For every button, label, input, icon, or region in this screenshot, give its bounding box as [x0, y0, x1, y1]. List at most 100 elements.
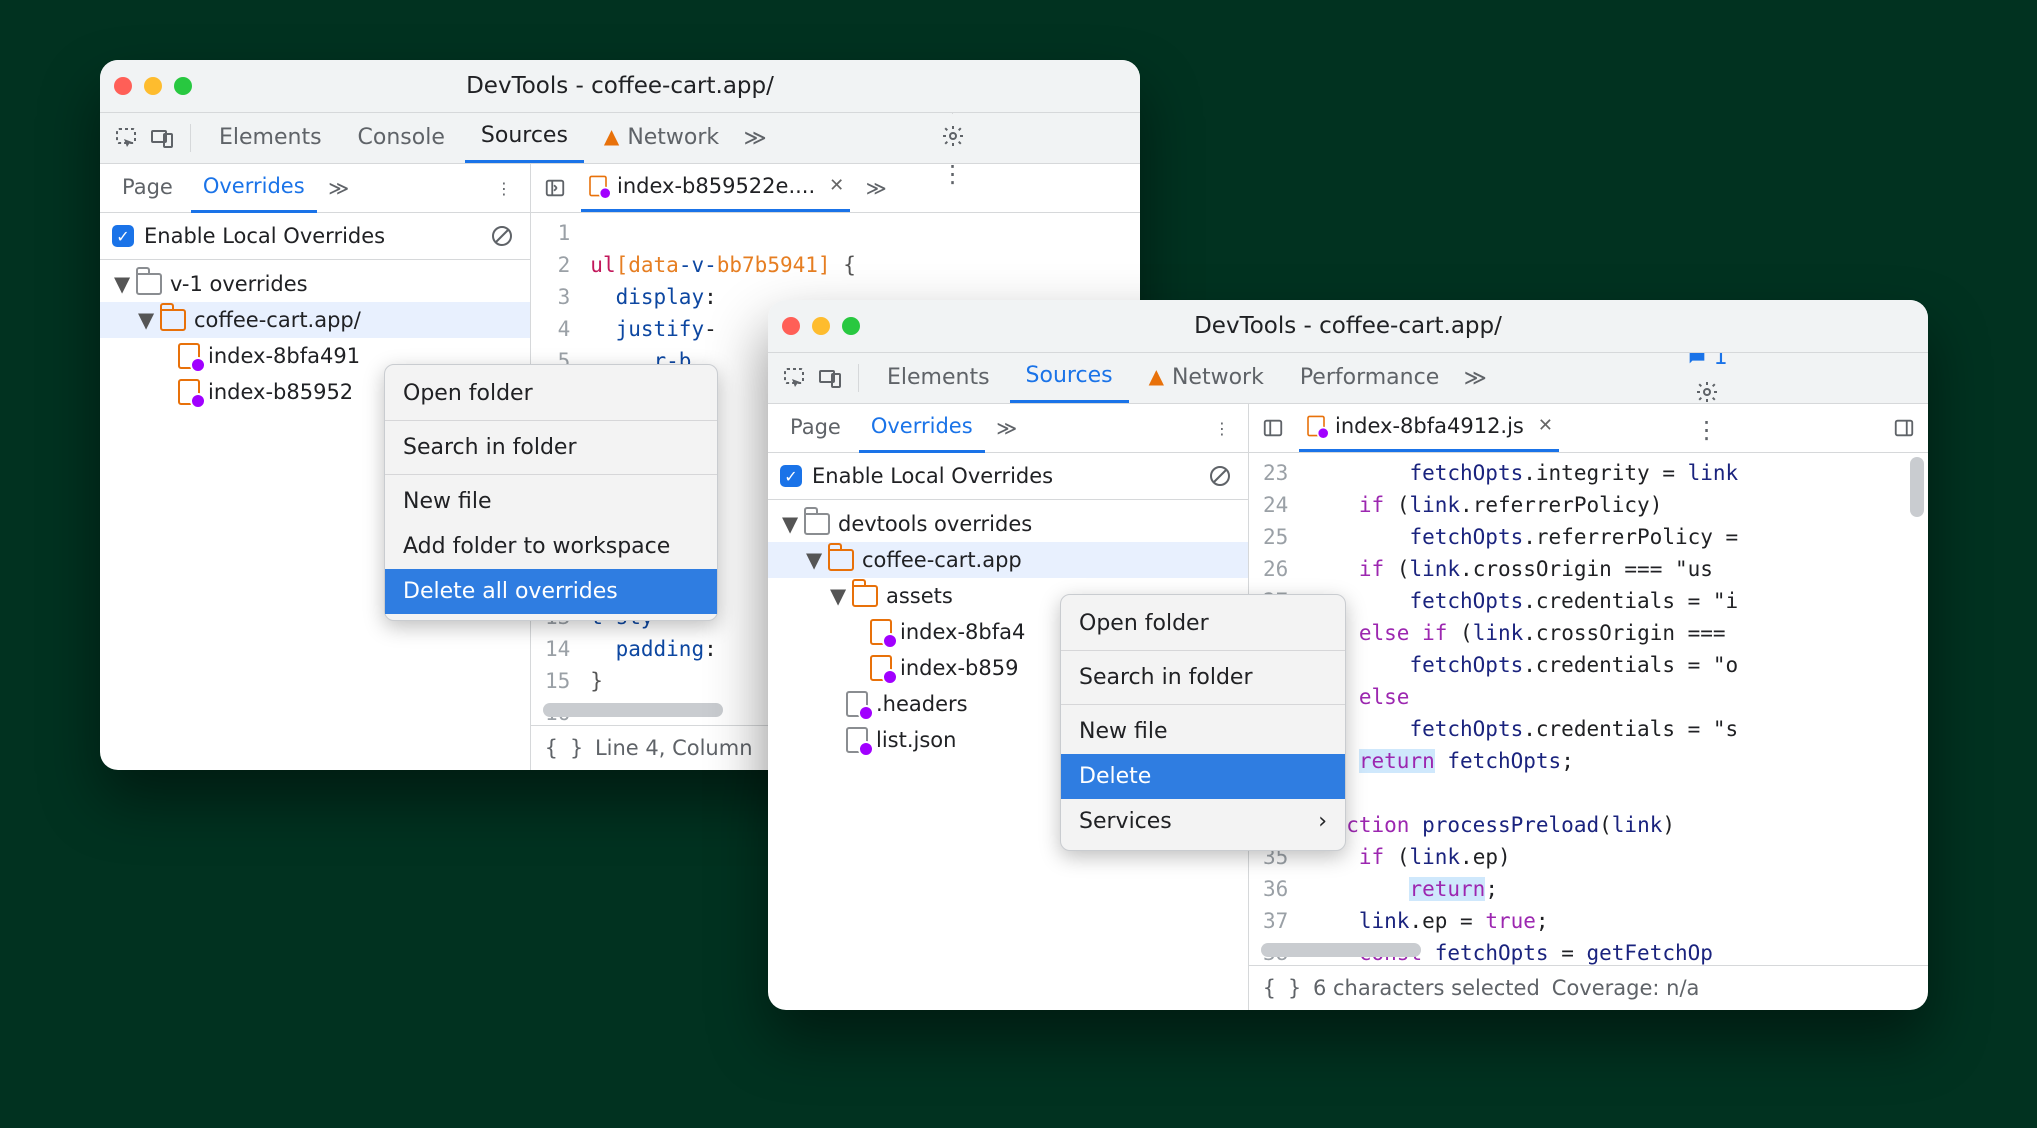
braces-icon[interactable]: { } [545, 736, 583, 760]
panel-tab-network[interactable]: ▲Network [1133, 355, 1280, 402]
gear-icon[interactable] [937, 120, 969, 152]
coverage-label: Coverage: n/a [1552, 976, 1914, 1000]
tree-label: index-b859 [900, 656, 1018, 680]
menu-item-open-folder[interactable]: Open folder [1061, 601, 1345, 646]
tree-label: coffee-cart.app [862, 548, 1022, 572]
toggle-navigator-icon[interactable] [1257, 412, 1289, 444]
main-panel-tabs: Elements Sources ▲Network Performance ≫ … [768, 353, 1928, 404]
toggle-navigator-icon[interactable] [539, 172, 571, 204]
nav-tab-page[interactable]: Page [778, 405, 853, 451]
tree-label: index-8bfa4 [900, 620, 1025, 644]
folder-icon [136, 273, 162, 295]
menu-item-search-in-folder[interactable]: Search in folder [385, 425, 717, 470]
more-tabs-icon[interactable]: ≫ [991, 412, 1023, 444]
enable-local-overrides-label: Enable Local Overrides [812, 464, 1053, 488]
menu-item-new-file[interactable]: New file [385, 479, 717, 524]
editor-tabs: index-8bfa4912.js ✕ [1249, 404, 1928, 453]
tree-label: .headers [876, 692, 968, 716]
close-tab-icon[interactable]: ✕ [829, 175, 844, 196]
panel-tab-elements[interactable]: Elements [203, 115, 338, 162]
folder-icon [852, 585, 878, 607]
panel-tab-network-label: Network [627, 125, 719, 150]
menu-item-services[interactable]: Services › [1061, 799, 1345, 844]
overrides-toolbar: ✓ Enable Local Overrides [100, 213, 530, 260]
enable-local-overrides-checkbox[interactable]: ✓ [780, 465, 802, 487]
panel-tab-sources[interactable]: Sources [465, 113, 584, 163]
more-tabs-icon[interactable]: ≫ [323, 172, 355, 204]
inspect-element-icon[interactable] [110, 122, 142, 154]
file-icon [178, 343, 200, 369]
warning-icon: ▲ [1149, 364, 1164, 388]
folder-icon [160, 309, 186, 331]
editor-tab-active[interactable]: index-b859522e.... ✕ [581, 165, 850, 212]
tree-label: coffee-cart.app/ [194, 308, 361, 332]
editor-tab-active[interactable]: index-8bfa4912.js ✕ [1299, 405, 1559, 452]
nav-tab-overrides[interactable]: Overrides [859, 404, 985, 453]
vertical-scrollbar[interactable] [1910, 457, 1924, 517]
panel-tab-network[interactable]: ▲Network [588, 115, 735, 162]
panel-tab-sources[interactable]: Sources [1010, 353, 1129, 403]
selection-label: 6 characters selected [1313, 976, 1540, 1000]
menu-item-delete-all-overrides[interactable]: Delete all overrides [385, 569, 717, 614]
toggle-debugger-icon[interactable] [1888, 412, 1920, 444]
minimize-window-icon[interactable] [812, 317, 830, 335]
maximize-window-icon[interactable] [842, 317, 860, 335]
tree-folder-root[interactable]: ▼ v-1 overrides [100, 266, 530, 302]
file-icon [178, 379, 200, 405]
horizontal-scrollbar[interactable] [1261, 943, 1421, 957]
tree-folder-root[interactable]: ▼ devtools overrides [768, 506, 1248, 542]
separator [190, 124, 191, 152]
tree-label: index-b85952 [208, 380, 353, 404]
more-tabs-icon[interactable]: ≫ [860, 172, 892, 204]
kebab-menu-icon[interactable]: ⋮ [488, 172, 520, 204]
code-body[interactable]: fetchOpts.integrity = link if (link.refe… [1298, 453, 1748, 965]
menu-item-search-in-folder[interactable]: Search in folder [1061, 655, 1345, 700]
context-menu-folder-b: Open folder Search in folder New file De… [1060, 594, 1346, 851]
tree-folder-domain[interactable]: ▼ coffee-cart.app/ [100, 302, 530, 338]
kebab-menu-icon[interactable]: ⋮ [1206, 412, 1238, 444]
titlebar[interactable]: DevTools - coffee-cart.app/ [100, 60, 1140, 113]
folder-icon [804, 513, 830, 535]
tree-label: list.json [876, 728, 956, 752]
file-icon [870, 655, 892, 681]
nav-tab-overrides[interactable]: Overrides [191, 164, 317, 213]
navigator-tabs: Page Overrides ≫ ⋮ [768, 404, 1248, 453]
tree-folder-domain[interactable]: ▼ coffee-cart.app [768, 542, 1248, 578]
braces-icon[interactable]: { } [1263, 976, 1301, 1000]
maximize-window-icon[interactable] [174, 77, 192, 95]
editor-tab-label: index-b859522e.... [617, 174, 815, 198]
inspect-element-icon[interactable] [778, 362, 810, 394]
menu-item-add-folder-to-workspace[interactable]: Add folder to workspace [385, 524, 717, 569]
tree-label: v-1 overrides [170, 272, 308, 296]
horizontal-scrollbar[interactable] [543, 703, 723, 717]
nav-tab-page[interactable]: Page [110, 165, 185, 211]
minimize-window-icon[interactable] [144, 77, 162, 95]
gear-icon[interactable] [1691, 376, 1723, 408]
titlebar[interactable]: DevTools - coffee-cart.app/ [768, 300, 1928, 353]
folder-icon [828, 549, 854, 571]
panel-tab-elements[interactable]: Elements [871, 355, 1006, 402]
file-icon [1307, 415, 1325, 436]
context-menu-folder-a: Open folder Search in folder New file Ad… [384, 364, 718, 621]
close-tab-icon[interactable]: ✕ [1538, 415, 1553, 436]
editor-tabs: index-b859522e.... ✕ ≫ [531, 164, 1140, 213]
separator [858, 364, 859, 392]
menu-item-open-folder[interactable]: Open folder [385, 371, 717, 416]
menu-item-delete[interactable]: Delete [1061, 754, 1345, 799]
more-tabs-icon[interactable]: ≫ [739, 122, 771, 154]
close-window-icon[interactable] [782, 317, 800, 335]
clear-overrides-icon[interactable] [486, 220, 518, 252]
code-editor[interactable]: 23242526272829303132333435363738 fetchOp… [1249, 453, 1928, 965]
main-panel-tabs: Elements Console Sources ▲Network ≫ ⋮ [100, 113, 1140, 164]
enable-local-overrides-checkbox[interactable]: ✓ [112, 225, 134, 247]
device-toolbar-icon[interactable] [146, 122, 178, 154]
panel-tab-console[interactable]: Console [342, 115, 461, 162]
tree-label: assets [886, 584, 953, 608]
menu-item-new-file[interactable]: New file [1061, 709, 1345, 754]
close-window-icon[interactable] [114, 77, 132, 95]
panel-tab-performance[interactable]: Performance [1284, 355, 1455, 402]
device-toolbar-icon[interactable] [814, 362, 846, 394]
more-tabs-icon[interactable]: ≫ [1459, 362, 1491, 394]
clear-overrides-icon[interactable] [1204, 460, 1236, 492]
enable-local-overrides-label: Enable Local Overrides [144, 224, 385, 248]
